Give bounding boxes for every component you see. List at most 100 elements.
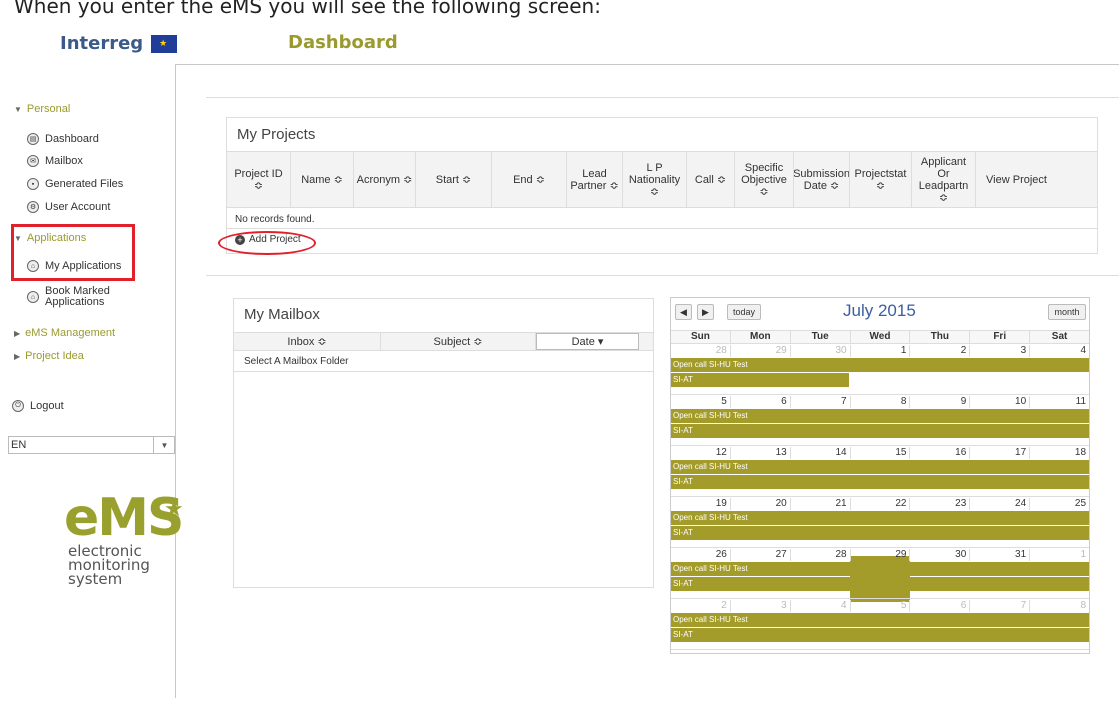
calendar-day[interactable]: 29 — [851, 549, 911, 561]
column-header[interactable]: Name ≎ — [291, 152, 354, 207]
sidebar-item-dashboard[interactable]: ▤ Dashboard — [27, 133, 99, 145]
calendar-day[interactable]: 24 — [970, 498, 1031, 510]
table-header: Inbox ≎ Subject ≎ Date ▾ — [234, 332, 653, 351]
calendar-day[interactable]: 16 — [910, 447, 971, 459]
today-button[interactable]: today — [727, 304, 761, 320]
calendar-day[interactable]: 26 — [671, 549, 731, 561]
column-header[interactable]: Inbox ≎ — [234, 333, 381, 350]
logout-label: Logout — [30, 400, 64, 412]
logo-text: Interreg — [60, 33, 144, 54]
calendar-day[interactable]: 11 — [1030, 396, 1089, 408]
calendar-event[interactable]: SI-AT — [671, 475, 1089, 489]
calendar-day[interactable]: 12 — [671, 447, 731, 459]
calendar-event[interactable]: SI-AT — [671, 577, 1089, 591]
calendar-day[interactable]: 1 — [1030, 549, 1089, 561]
calendar-day[interactable]: 13 — [731, 447, 791, 459]
sidebar-item-mailbox[interactable]: ✉ Mailbox — [27, 155, 83, 167]
calendar-week: 2 3 4 5 6 7 8 Open call SI-HU Test SI-AT — [671, 600, 1089, 650]
column-header[interactable]: Subject ≎ — [381, 333, 536, 350]
calendar-event[interactable]: Open call SI-HU Test — [671, 409, 1089, 423]
column-header[interactable]: Project ID ≎ — [227, 152, 291, 207]
divider — [234, 371, 653, 372]
sidebar-item-user-account[interactable]: ⚙ User Account — [27, 201, 110, 213]
calendar-day[interactable]: 27 — [731, 549, 791, 561]
calendar-day[interactable]: 19 — [671, 498, 731, 510]
chevron-down-icon[interactable]: ▼ — [153, 436, 175, 454]
column-header[interactable]: Specific Objective ≎ — [735, 152, 794, 207]
calendar-day[interactable]: 2 — [671, 600, 731, 612]
calendar-event[interactable]: SI-AT — [671, 628, 1089, 642]
calendar-day[interactable]: 8 — [851, 396, 911, 408]
calendar-day[interactable]: 5 — [671, 396, 731, 408]
calendar-day[interactable]: 3 — [970, 345, 1031, 357]
calendar-day[interactable]: 21 — [791, 498, 851, 510]
calendar-day[interactable]: 9 — [910, 396, 971, 408]
eu-flag-icon — [151, 34, 178, 53]
calendar-event[interactable]: Open call SI-HU Test — [671, 613, 1089, 627]
calendar-event[interactable]: SI-AT — [671, 373, 849, 387]
calendar-day[interactable]: 1 — [851, 345, 911, 357]
calendar-event[interactable]: Open call SI-HU Test — [671, 562, 1089, 576]
calendar-day[interactable]: 10 — [970, 396, 1031, 408]
next-month-button[interactable]: ▶ — [697, 304, 714, 320]
calendar-day[interactable]: 17 — [970, 447, 1031, 459]
column-header[interactable]: Date ▾ — [536, 333, 639, 350]
column-header[interactable]: End ≎ — [492, 152, 567, 207]
calendar-day[interactable]: 25 — [1030, 498, 1089, 510]
calendar-day[interactable]: 23 — [910, 498, 971, 510]
divider — [206, 275, 1119, 276]
header-divider — [176, 64, 1119, 65]
calendar-event[interactable]: Open call SI-HU Test — [671, 358, 1089, 372]
prev-month-button[interactable]: ◀ — [675, 304, 692, 320]
calendar-day[interactable]: 20 — [731, 498, 791, 510]
calendar-day[interactable]: 15 — [851, 447, 911, 459]
weekday-label: Wed — [851, 331, 911, 343]
calendar-day[interactable]: 28 — [791, 549, 851, 561]
sidebar-item-generated-files[interactable]: ▪ Generated Files — [27, 178, 123, 190]
calendar-day[interactable]: 28 — [671, 345, 731, 357]
nav-group-project-idea[interactable]: ▶ Project Idea — [14, 350, 84, 362]
column-header[interactable]: Lead Partner ≎ — [567, 152, 623, 207]
column-header[interactable]: Start ≎ — [416, 152, 492, 207]
calendar-day[interactable]: 6 — [731, 396, 791, 408]
calendar-day[interactable]: 4 — [1030, 345, 1089, 357]
nav-group-ems-management[interactable]: ▶ eMS Management — [14, 327, 115, 339]
calendar-day[interactable]: 8 — [1030, 600, 1089, 612]
calendar-event[interactable]: Open call SI-HU Test — [671, 460, 1089, 474]
calendar-day[interactable]: 30 — [791, 345, 851, 357]
calendar-day[interactable]: 14 — [791, 447, 851, 459]
calendar-day[interactable]: 29 — [731, 345, 791, 357]
logout-button[interactable]: ⏻ Logout — [12, 400, 64, 412]
calendar-day[interactable]: 4 — [791, 600, 851, 612]
calendar-day[interactable]: 2 — [910, 345, 971, 357]
interreg-logo: Interreg — [60, 33, 178, 54]
gear-icon: ⚙ — [27, 201, 39, 213]
column-header[interactable]: Projectstat ≎ — [850, 152, 912, 207]
nav-group-personal[interactable]: ▼ Personal — [14, 103, 70, 115]
calendar-day[interactable]: 31 — [970, 549, 1031, 561]
calendar-day[interactable]: 18 — [1030, 447, 1089, 459]
calendar-day[interactable]: 22 — [851, 498, 911, 510]
calendar-day[interactable]: 30 — [910, 549, 971, 561]
column-header[interactable]: Call ≎ — [687, 152, 735, 207]
my-projects-panel: My Projects Project ID ≎ Name ≎ Acronym … — [226, 117, 1098, 254]
calendar-day[interactable]: 6 — [910, 600, 971, 612]
weekday-label: Fri — [970, 331, 1031, 343]
column-header[interactable]: Submission Date ≎ — [794, 152, 850, 207]
column-header[interactable]: Acronym ≎ — [354, 152, 416, 207]
language-select[interactable]: EN — [8, 436, 175, 454]
calendar-day[interactable]: 7 — [791, 396, 851, 408]
calendar-day[interactable]: 3 — [731, 600, 791, 612]
power-icon: ⏻ — [12, 400, 24, 412]
calendar-event[interactable]: Open call SI-HU Test — [671, 511, 1089, 525]
sidebar-item-bookmarked-applications[interactable]: ⌂ Book Marked Applications — [27, 286, 125, 308]
weekday-label: Sat — [1051, 331, 1068, 342]
calendar-day[interactable]: 7 — [970, 600, 1031, 612]
calendar-event[interactable]: SI-AT — [671, 526, 1089, 540]
weekday-header: Sun Mon Tue Wed Thu Fri Sat — [671, 330, 1089, 344]
month-view-button[interactable]: month — [1048, 304, 1086, 320]
column-header[interactable]: L P Nationality ≎ — [623, 152, 687, 207]
column-header[interactable]: Applicant Or Leadpartn ≎ — [912, 152, 976, 207]
calendar-day[interactable]: 5 — [851, 600, 911, 612]
calendar-event[interactable]: SI-AT — [671, 424, 1089, 438]
